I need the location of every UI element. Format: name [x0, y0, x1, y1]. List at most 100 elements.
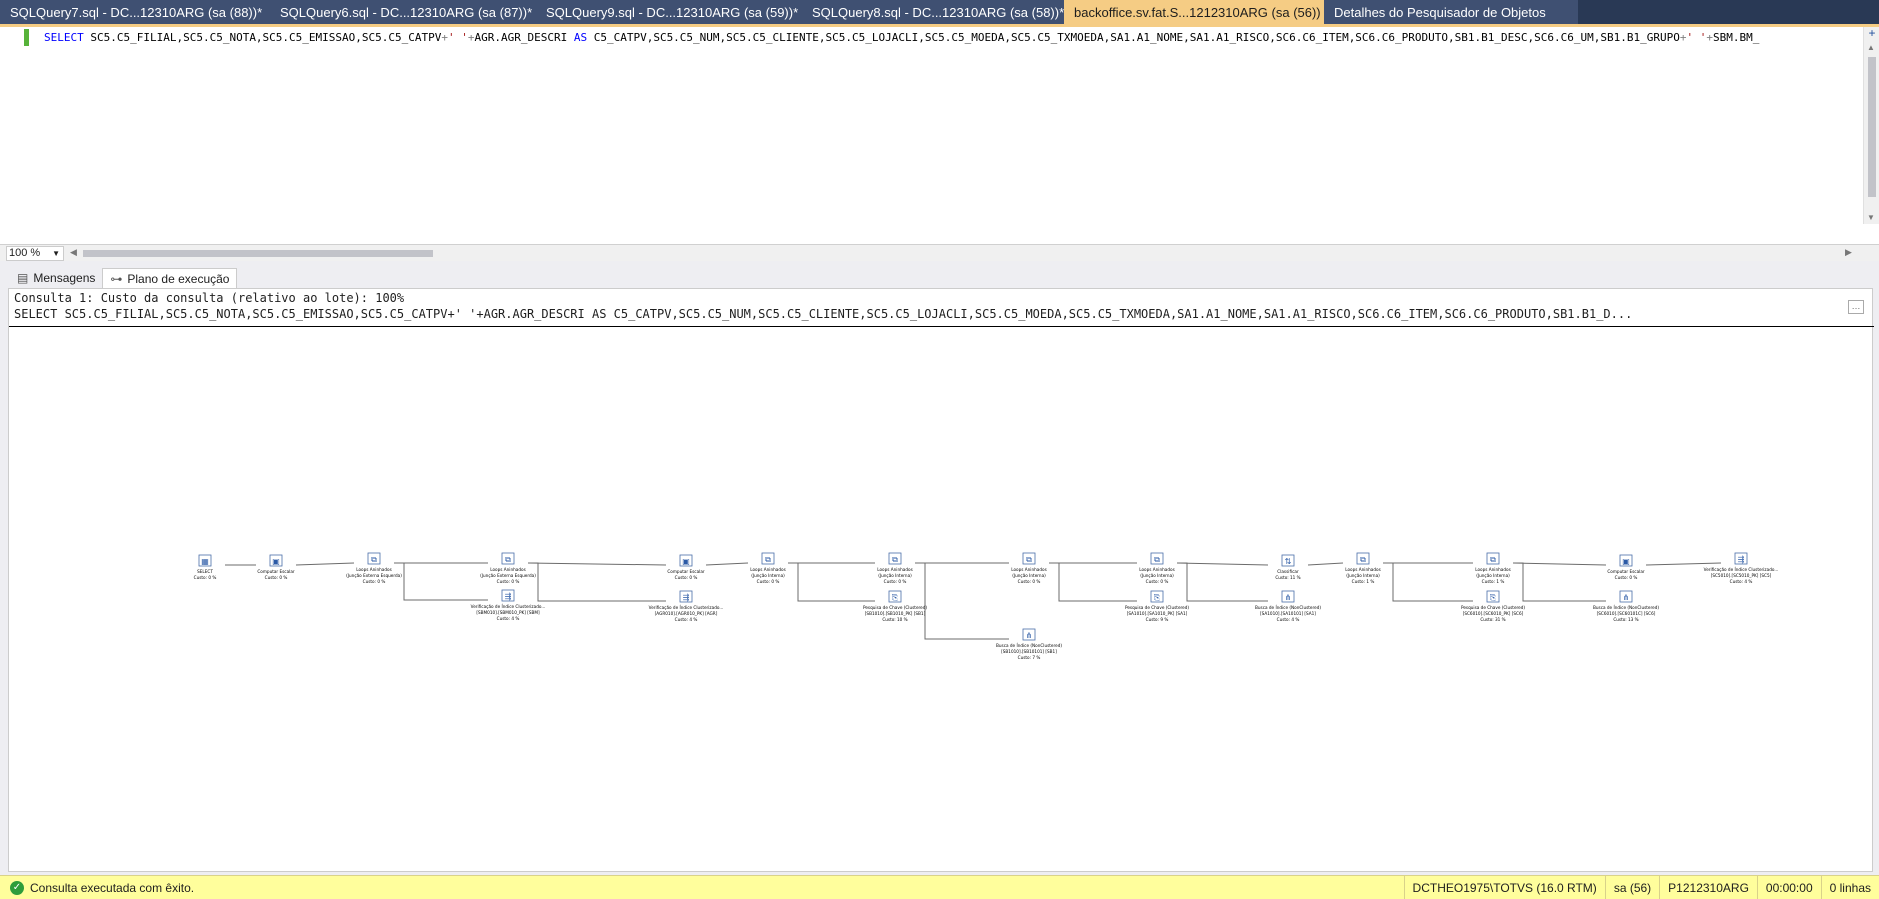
zoom-value: 100 % [9, 247, 41, 259]
plan-node-n9[interactable]: ⧉ Loops Aninhados(Junção Interna)Custo: 0… [877, 552, 913, 584]
plan-node-label: Busca de Índice (NonClustered) [1255, 605, 1321, 610]
plan-node-n11[interactable]: ⧉ Loops Aninhados(Junção Interna)Custo: 0… [1011, 552, 1047, 584]
plan-node-n5[interactable]: ⇶ Verificação de Índice Clusterizado...[S… [471, 589, 546, 621]
tab-backoffice-active[interactable]: backoffice.sv.fat.S...1212310ARG (sa (56… [1064, 0, 1357, 24]
plan-node-label: Verificação de Índice Clusterizado... [1704, 567, 1779, 572]
plan-node-label: (Junção Interna) [1140, 573, 1174, 578]
key-lookup-icon-glyph: ⎘ [892, 593, 899, 602]
plan-node-n18[interactable]: ⧉ Loops Aninhados(Junção Interna)Custo: 1… [1475, 552, 1511, 584]
plan-node-n3[interactable]: ⧉ Loops Aninhados(Junção Externa Esquerda… [346, 552, 402, 584]
plan-node-n12[interactable]: ⋔ Busca de Índice (NonClustered)[SB1010].… [996, 628, 1062, 660]
plan-node-label: Loops Aninhados [1475, 567, 1511, 572]
plan-node-label: Custo: 11 % [1275, 575, 1300, 580]
results-tab-strip: ▤ Mensagens ⊶ Plano de execução [0, 266, 1879, 288]
plan-node-label: Custo: 0 % [1018, 579, 1041, 584]
plan-edge-arrow [1176, 562, 1269, 566]
plan-node-label: Loops Aninhados [750, 567, 786, 572]
scroll-left-arrow-icon[interactable]: ◀ [70, 247, 77, 258]
tab-sqlquery7[interactable]: SQLQuery7.sql - DC...12310ARG (sa (88))* [0, 0, 270, 24]
split-window-icon[interactable]: + [1866, 27, 1878, 39]
tab-execution-plan[interactable]: ⊶ Plano de execução [102, 268, 238, 288]
plan-node-label: [SB1010].[SB10101] [SB1] [1001, 649, 1057, 654]
plan-node-n17[interactable]: ⧉ Loops Aninhados(Junção Interna)Custo: 1… [1345, 552, 1381, 584]
operator: + [1706, 31, 1713, 44]
string-literal: ' ' [448, 31, 468, 44]
plan-node-label: Custo: 0 % [1146, 579, 1169, 584]
tab-object-explorer-details[interactable]: Detalhes do Pesquisador de Objetos [1324, 0, 1578, 24]
plan-edge-arrow [788, 562, 875, 602]
zoom-dropdown[interactable]: 100 % ▼ [6, 246, 64, 261]
plan-node-label: Pesquisa de Chave (Clustered) [863, 605, 927, 610]
tab-sqlquery8[interactable]: SQLQuery8.sql - DC...12310ARG (sa (58))* [802, 0, 1064, 24]
plan-node-label: [SC5010].[SC5010_PK] [SC5] [1711, 573, 1772, 578]
plan-node-label: Custo: 13 % [1613, 617, 1638, 622]
nested-loops-icon-glyph: ⧉ [1490, 555, 1496, 564]
plan-node-label: Loops Aninhados [490, 567, 526, 572]
plan-node-n1[interactable]: ▦ SELECTCusto: 0 % [194, 554, 217, 580]
plan-node-n13[interactable]: ⧉ Loops Aninhados(Junção Interna)Custo: 0… [1139, 552, 1175, 584]
plan-node-label: [SC6010].[SC60101C] [SC6] [1597, 611, 1656, 616]
plan-node-label: (Junção Interna) [878, 573, 912, 578]
plan-edge-arrow [1513, 562, 1606, 602]
sort-icon-glyph: ⇅ [1285, 557, 1292, 566]
plan-node-label: Custo: 0 % [675, 575, 698, 580]
plan-edge-arrow [394, 562, 488, 601]
sql-editor[interactable]: SELECT SC5.C5_FILIAL,SC5.C5_NOTA,SC5.C5_… [0, 24, 1879, 244]
plan-node-n15[interactable]: ⇅ ClassificarCusto: 11 % [1275, 554, 1301, 580]
plan-node-n16[interactable]: ⋔ Busca de Índice (NonClustered)[SA1010].… [1255, 590, 1321, 622]
plan-node-label: Pesquisa de Chave (Clustered) [1461, 605, 1525, 610]
plan-node-label: [SA1010].[SA1010_PK] [SA1] [1127, 611, 1188, 616]
plan-node-label: Custo: 0 % [194, 575, 217, 580]
plan-node-n6[interactable]: ▣ Computar EscalarCusto: 0 % [667, 554, 705, 580]
tab-sqlquery6[interactable]: SQLQuery6.sql - DC...12310ARG (sa (87))* [270, 0, 536, 24]
select-icon-glyph: ▦ [201, 557, 209, 566]
plan-node-n14[interactable]: ⎘ Pesquisa de Chave (Clustered)[SA1010].[… [1125, 590, 1189, 622]
plan-node-n2[interactable]: ▣ Computar EscalarCusto: 0 % [257, 554, 295, 580]
index-seek-icon-glyph: ⋔ [1285, 593, 1292, 602]
plan-edge-arrow [1512, 562, 1607, 566]
plan-node-label: Custo: 7 % [1018, 655, 1041, 660]
plan-node-label: Loops Aninhados [877, 567, 913, 572]
index-seek-icon-glyph: ⋔ [1026, 631, 1033, 640]
plan-node-label: Custo: 1 % [1352, 579, 1375, 584]
editor-vertical-scrollbar[interactable]: + ▲ ▼ [1863, 27, 1879, 224]
plan-edge-arrow [1049, 562, 1137, 602]
plan-node-label: Custo: 4 % [675, 617, 698, 622]
tab-label: Plano de execução [127, 271, 230, 286]
index-seek-icon-glyph: ⋔ [1623, 593, 1630, 602]
plan-node-label: Custo: 4 % [497, 616, 520, 621]
horizontal-scrollbar-thumb[interactable] [83, 250, 433, 257]
plan-edge-arrow [1383, 562, 1473, 602]
nested-loops-icon-glyph: ⧉ [1026, 555, 1032, 564]
plan-node-label: Classificar [1277, 569, 1299, 574]
plan-node-n7[interactable]: ⇶ Verificação de Índice Clusterizado...[A… [649, 590, 724, 622]
key-lookup-icon-glyph: ⎘ [1490, 593, 1497, 602]
execution-plan-pane[interactable]: Consulta 1: Custo da consulta (relativo … [8, 288, 1874, 872]
plan-node-n20[interactable]: ⋔ Busca de Índice (NonClustered)[SC6010].… [1593, 590, 1659, 622]
tab-messages[interactable]: ▤ Mensagens [10, 268, 102, 288]
tab-sqlquery9[interactable]: SQLQuery9.sql - DC...12310ARG (sa (59))* [536, 0, 802, 24]
nested-loops-icon-glyph: ⧉ [765, 555, 771, 564]
plan-node-label: Pesquisa de Chave (Clustered) [1125, 605, 1189, 610]
plan-node-n10[interactable]: ⎘ Pesquisa de Chave (Clustered)[SB1010].[… [863, 590, 927, 622]
plan-node-n22[interactable]: ⇶ Verificação de Índice Clusterizado...[S… [1704, 552, 1779, 584]
nested-loops-icon-glyph: ⧉ [892, 555, 898, 564]
scroll-right-arrow-icon[interactable]: ▶ [1845, 247, 1852, 258]
scrollbar-thumb[interactable] [1868, 57, 1876, 197]
tab-label: SQLQuery9.sql - DC...12310ARG (sa (59))* [546, 4, 799, 20]
status-user: sa (56) [1604, 876, 1659, 899]
plan-node-label: Loops Aninhados [356, 567, 392, 572]
plan-node-n4[interactable]: ⧉ Loops Aninhados(Junção Externa Esquerda… [480, 552, 536, 584]
nested-loops-icon-glyph: ⧉ [371, 555, 377, 564]
nested-loops-icon-glyph: ⧉ [505, 555, 511, 564]
plan-node-n19[interactable]: ⎘ Pesquisa de Chave (Clustered)[SC6010].[… [1461, 590, 1525, 622]
scroll-down-arrow-icon[interactable]: ▼ [1867, 213, 1875, 222]
scroll-up-arrow-icon[interactable]: ▲ [1867, 43, 1875, 52]
plan-node-n8[interactable]: ⧉ Loops Aninhados(Junção Interna)Custo: 0… [750, 552, 786, 584]
plan-node-n21[interactable]: ▣ Computar EscalarCusto: 0 % [1607, 554, 1645, 580]
nested-loops-icon-glyph: ⧉ [1154, 555, 1160, 564]
operator: + [441, 31, 448, 44]
sql-code-line[interactable]: SELECT SC5.C5_FILIAL,SC5.C5_NOTA,SC5.C5_… [44, 30, 1852, 46]
plan-node-label: [SBM010].[SBM010_PK] [SBM] [476, 610, 540, 615]
clustered-index-scan-icon-glyph: ⇶ [505, 592, 512, 601]
